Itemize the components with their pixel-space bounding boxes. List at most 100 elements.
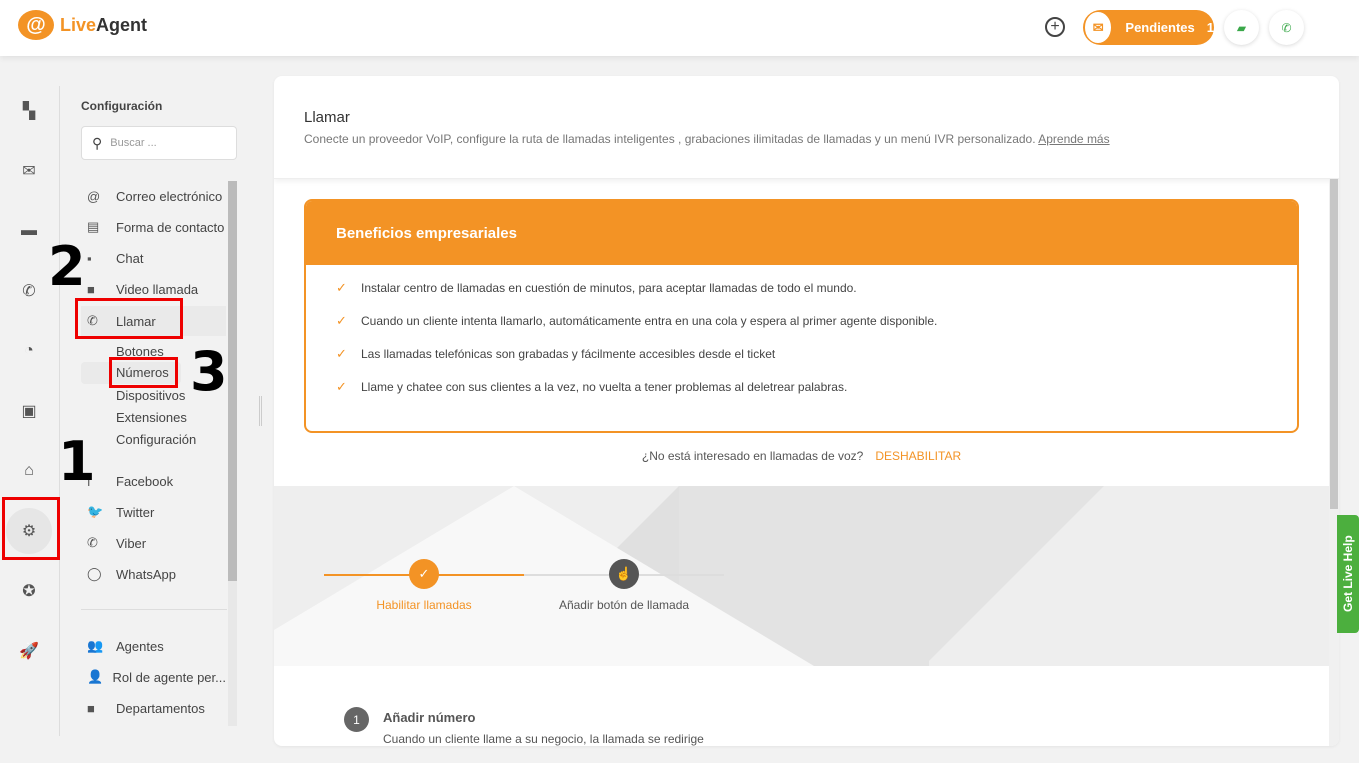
page-title: Llamar [304,109,350,126]
step-number-badge: 1 [344,707,369,732]
benefit-item: ✓ Cuando un cliente intenta llamarlo, aut… [336,304,1297,337]
nav-scrollbar[interactable] [228,181,237,726]
folder-icon: ■ [87,700,95,716]
bg-shape [274,486,814,666]
nav-title: Configuración [81,99,163,113]
phone-status-icon[interactable]: ✆ [1269,10,1304,45]
benefit-text: Instalar centro de llamadas en cuestión … [361,280,857,295]
main-panel: Llamar Conecte un proveedor VoIP, config… [274,76,1339,746]
form-icon: ▤ [87,219,100,234]
person-icon: 👤 [87,669,104,684]
nav-item-viber[interactable]: ✆ Viber [81,529,226,557]
nav-item-whatsapp[interactable]: ◯ WhatsApp [81,560,226,588]
viber-icon: ✆ [87,535,98,550]
nav-item-label: WhatsApp [116,566,176,582]
sub-item-extensions[interactable]: Extensiones [116,410,187,425]
benefit-item: ✓ Las llamadas telefónicas son grabadas y… [336,337,1297,370]
pending-count: 1 [1206,20,1214,35]
nav-item-contact-form[interactable]: ▤ Forma de contacto [81,213,226,241]
nav-item-label: Chat [116,250,144,266]
add-icon[interactable]: + [1045,17,1065,37]
step1-title: Añadir número [383,710,476,725]
benefits-card: Beneficios empresariales ✓ Instalar centr… [304,199,1299,433]
icon-rail: ▚ ✉ ▬ ✆ ◔ ▣ ⌂ ⚙ ✪ 🚀 [0,56,60,763]
page-header: Llamar Conecte un proveedor VoIP, config… [274,76,1339,179]
at-icon: @ [87,188,101,204]
nav-item-label: Correo electrónico [116,188,223,204]
benefit-text: Llame y chatee con sus clientes a la vez… [361,379,848,394]
learn-more-link[interactable]: Aprende más [1038,132,1109,146]
agents-icon: 👥 [87,638,104,653]
nav-item-agent-role[interactable]: 👤 Rol de agente per... [81,663,226,691]
main-scroll-thumb[interactable] [1330,179,1338,509]
resize-handle[interactable] [259,396,262,426]
search-input[interactable]: ⚲ Buscar ... [81,126,237,160]
disable-question: ¿No está interesado en llamadas de voz? [641,449,864,463]
step1-description: Cuando un cliente llame a su negocio, la… [383,732,704,746]
chat-icon[interactable]: ▬ [14,216,44,246]
logo-text-agent: Agent [96,14,148,35]
annotation-number-3: 3 [190,340,228,403]
logo-at-icon: @ [18,10,54,40]
nav-item-chat[interactable]: ▪ Chat [81,244,226,272]
liveagent-logo[interactable]: @ LiveAgent [18,10,147,40]
nav-item-label: Facebook [116,473,174,489]
nav-item-label: Viber [116,535,147,551]
star-icon[interactable]: ✪ [14,576,44,606]
search-placeholder: Buscar ... [110,137,157,149]
step-pointer-icon: ☝ [609,559,639,589]
annotation-box-numbers [109,357,178,388]
nav-item-label: Twitter [116,504,155,520]
dashboard-icon[interactable]: ▚ [14,96,44,126]
nav-item-label: Forma de contacto [116,219,225,235]
nav-scroll-thumb[interactable] [228,181,237,581]
logo-text-live: Live [60,14,97,35]
annotation-box-settings [2,497,60,560]
annotation-number-1: 1 [58,430,96,493]
search-icon: ⚲ [92,134,103,151]
chat-icon: ▪ [87,250,92,266]
benefits-title: Beneficios empresariales [306,201,1297,265]
nav-item-departments[interactable]: ■ Departamentos [81,694,226,722]
pending-label: Pendientes [1125,20,1195,35]
check-icon: ✓ [336,312,347,328]
nav-item-agents[interactable]: 👥 Agentes [81,632,226,660]
bg-shape [924,486,1104,666]
check-icon: ✓ [336,378,347,394]
nav-item-label: Rol de agente per... [112,669,226,685]
nav-item-email[interactable]: @ Correo electrónico [81,182,226,210]
disable-link[interactable]: DESHABILITAR [875,449,961,463]
nav-item-facebook[interactable]: f Facebook [81,467,226,495]
nav-item-label: Video llamada [116,281,199,297]
nav-item-twitter[interactable]: 🐦 Twitter [81,498,226,526]
video-icon: ■ [87,281,95,297]
chat-status-icon[interactable]: ▰ [1224,10,1259,45]
step-label-add-button[interactable]: Añadir botón de llamada [524,598,724,612]
mail-icon: ✉ [1085,12,1112,43]
reports-icon[interactable]: ◔ [14,336,44,366]
mail-icon[interactable]: ✉ [14,156,44,186]
steps-band: ✓ ☝ Habilitar llamadas Añadir botón de l… [274,486,1329,666]
step-label-enable-calls[interactable]: Habilitar llamadas [324,598,524,612]
nav-item-label: Agentes [116,638,164,654]
pending-button[interactable]: ✉ Pendientes 1 [1083,10,1214,45]
nav-item-label: Departamentos [116,700,205,716]
sub-item-devices[interactable]: Dispositivos [116,388,185,403]
step-done-check-icon: ✓ [409,559,439,589]
contacts-icon[interactable]: ▣ [14,396,44,426]
sub-item-configuration[interactable]: Configuración [116,432,196,447]
get-live-help-tab[interactable]: Get Live Help [1337,515,1359,633]
whatsapp-icon: ◯ [87,566,102,581]
check-icon: ✓ [336,279,347,295]
check-icon: ✓ [336,345,347,361]
top-header: @ LiveAgent + ✉ Pendientes 1 ▰ ✆ [0,0,1359,56]
nav-divider [81,609,227,610]
benefit-item: ✓ Instalar centro de llamadas en cuestión… [336,271,1297,304]
main-scrollbar[interactable] [1329,179,1339,746]
bank-icon[interactable]: ⌂ [14,456,44,486]
benefit-text: Cuando un cliente intenta llamarlo, auto… [361,313,938,328]
phone-icon[interactable]: ✆ [14,276,44,306]
description-text: Conecte un proveedor VoIP, configure la … [304,132,1036,146]
benefit-item: ✓ Llame y chatee con sus clientes a la ve… [336,370,1297,403]
rocket-icon[interactable]: 🚀 [14,636,44,666]
